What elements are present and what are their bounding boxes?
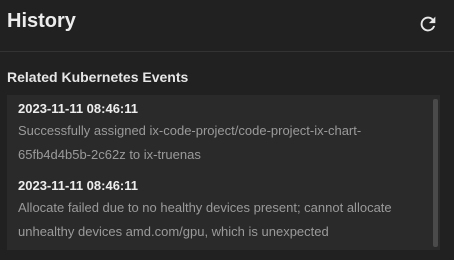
event-message: Allocate failed due to no healthy device… <box>18 200 392 239</box>
scrollbar-thumb[interactable] <box>433 99 438 247</box>
events-list: 2023-11-11 08:46:11 Successfully assigne… <box>7 95 440 250</box>
panel-header: History <box>0 0 454 52</box>
event-timestamp: 2023-11-11 08:46:11 <box>18 101 138 116</box>
events-scrollbar[interactable] <box>431 97 440 250</box>
page-title: History <box>7 10 76 32</box>
section-title: Related Kubernetes Events <box>7 69 189 85</box>
refresh-icon <box>420 16 436 32</box>
event-message: Successfully assigned ix-code-project/co… <box>18 123 362 162</box>
refresh-button[interactable] <box>417 13 439 35</box>
list-item: 2023-11-11 08:46:11 Successfully assigne… <box>18 100 418 167</box>
history-panel: History Related Kubernetes Events 2023-1… <box>0 0 454 260</box>
list-item: 2023-11-11 08:46:11 Allocate failed due … <box>18 177 418 244</box>
event-timestamp: 2023-11-11 08:46:11 <box>18 178 138 193</box>
